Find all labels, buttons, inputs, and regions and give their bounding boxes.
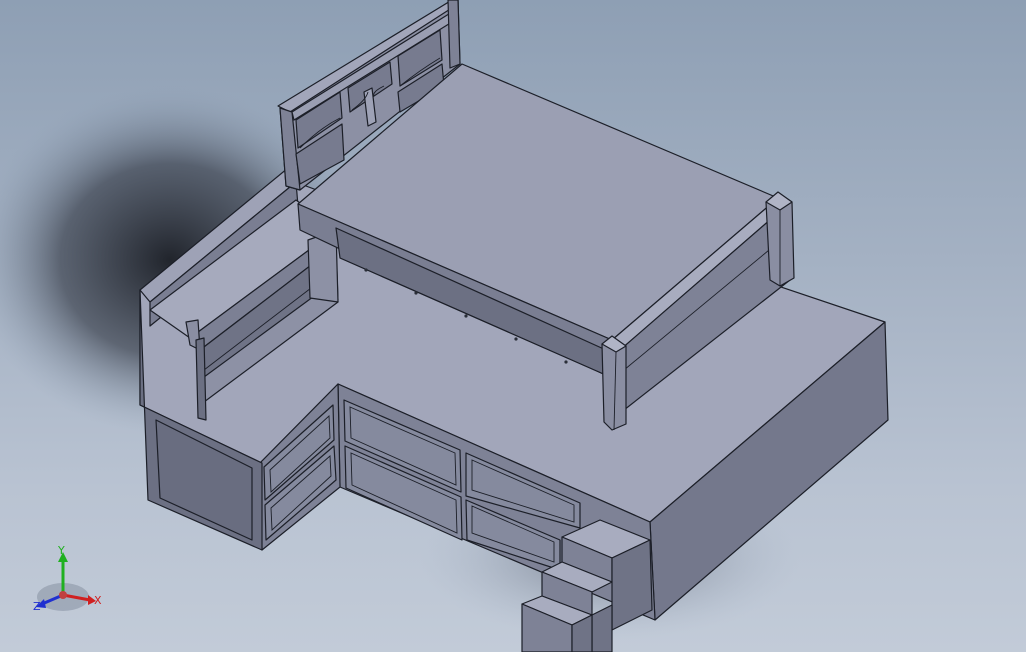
model-canvas[interactable] — [0, 0, 1026, 652]
reference-triad: Y X Z — [33, 544, 102, 613]
y-axis-label: Y — [57, 544, 65, 557]
z-axis-label: Z — [33, 600, 41, 613]
triad-origin — [59, 591, 67, 599]
graphics-viewport[interactable]: Y X Z — [0, 0, 1026, 652]
bed-post-front[interactable] — [601, 335, 627, 431]
x-axis-label: X — [94, 594, 102, 607]
bed-post-back[interactable] — [765, 191, 795, 287]
